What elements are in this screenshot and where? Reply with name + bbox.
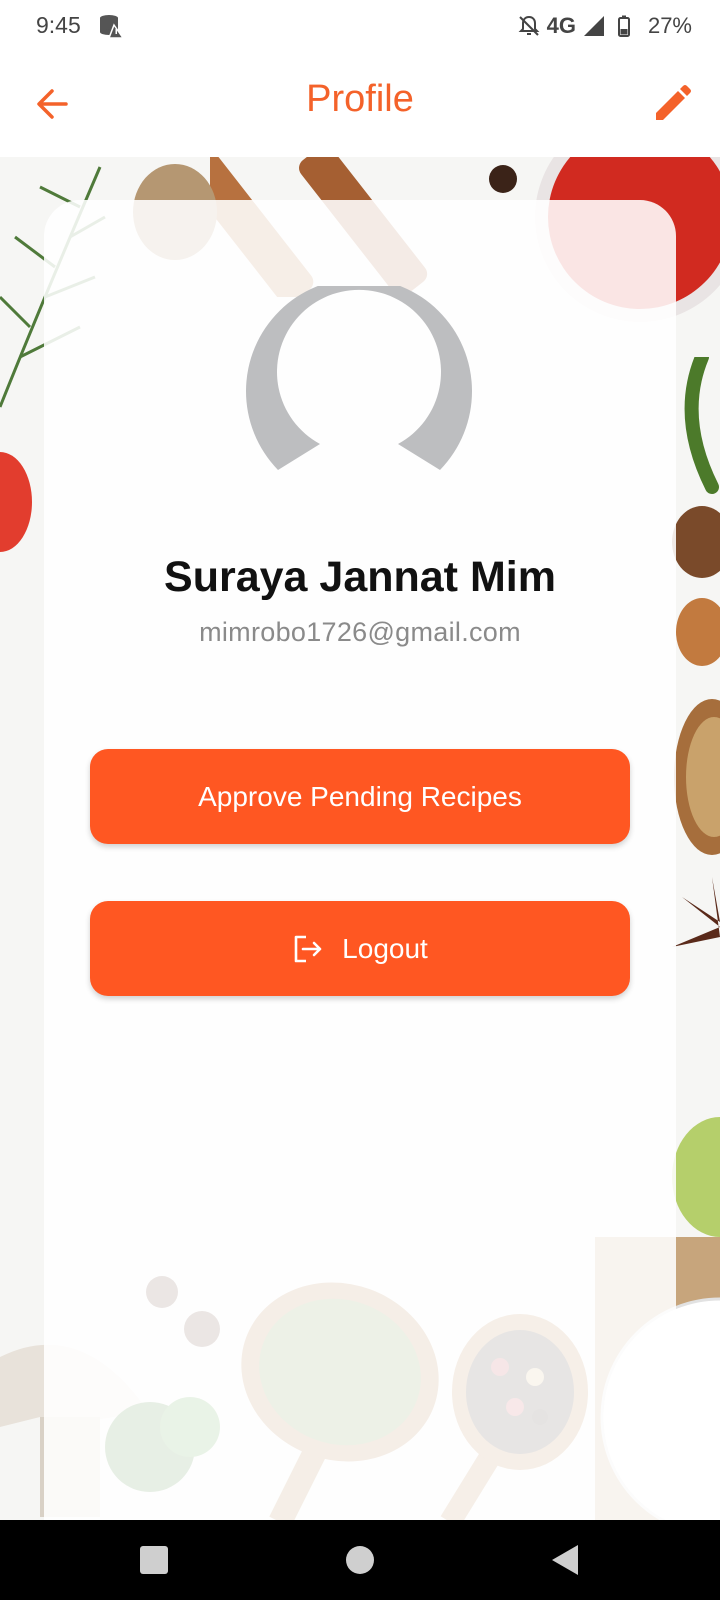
mute-icon: [518, 15, 540, 36]
storage-warning-icon: [100, 15, 124, 39]
star-anise-image: [672, 877, 720, 947]
status-bar: 9:45 4G 27%: [0, 0, 720, 52]
approve-pending-recipes-button[interactable]: Approve Pending Recipes: [90, 749, 630, 844]
signal-icon: [583, 16, 604, 36]
app-bar: Profile: [0, 52, 720, 157]
logout-icon: [294, 935, 322, 962]
home-icon[interactable]: [342, 1542, 378, 1578]
chili-image: [684, 357, 719, 494]
network-label: 4G: [546, 13, 576, 38]
recent-apps-icon[interactable]: [136, 1542, 172, 1578]
default-user-avatar-icon: [246, 286, 472, 470]
user-name: Suraya Jannat Mim: [164, 553, 556, 601]
approve-button-label: Approve Pending Recipes: [198, 780, 522, 812]
status-right: 4G 27%: [517, 10, 692, 42]
tomato-image: [0, 452, 32, 552]
coriander-spoon-image: [674, 699, 720, 855]
back-triangle-icon[interactable]: [548, 1542, 584, 1578]
clove-image: [489, 165, 517, 193]
status-time: 9:45: [36, 12, 81, 38]
user-email: mimrobo1726@gmail.com: [199, 617, 521, 647]
pencil-icon[interactable]: [650, 82, 694, 126]
battery-percent: 27%: [647, 13, 692, 38]
system-nav-bar: [0, 1520, 720, 1600]
page-title: Profile: [306, 78, 414, 120]
logout-button[interactable]: Logout: [90, 901, 630, 996]
battery-icon: [617, 15, 630, 37]
logout-button-label: Logout: [342, 932, 428, 964]
